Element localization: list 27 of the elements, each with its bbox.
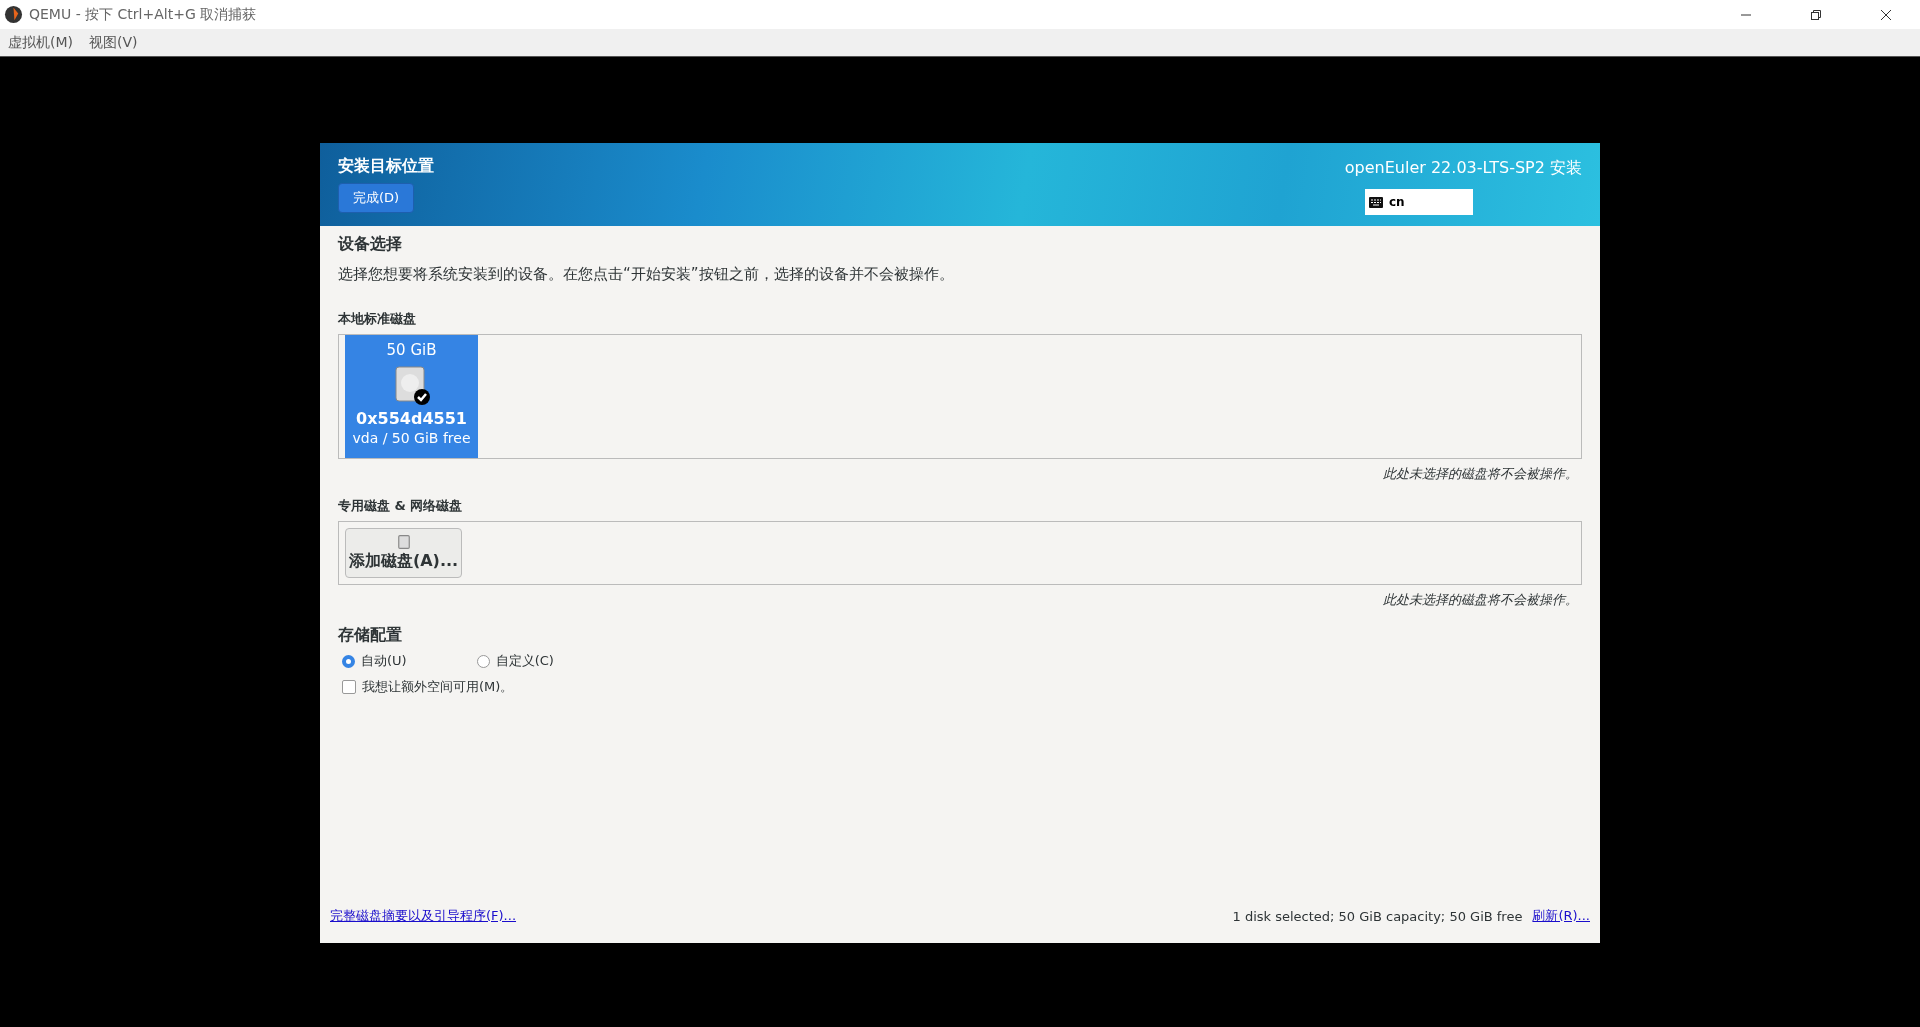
restore-icon[interactable]	[1810, 8, 1822, 21]
refresh-link[interactable]: 刷新(R)...	[1532, 907, 1590, 925]
page-title: 安装目标位置	[338, 156, 434, 177]
disk-tile[interactable]: 50 GiB 0x554d4551 vda / 50 GiB free	[345, 335, 478, 458]
menu-item[interactable]: 虚拟机(M)	[8, 33, 73, 52]
note-text: 此处未选择的磁盘将不会被操作。	[1383, 465, 1578, 483]
description-text: 选择您想要将系统安装到的设备。在您点击“开始安装”按钮之前，选择的设备并不会被操作。	[338, 265, 954, 284]
radio-option[interactable]: 自动(U)	[342, 652, 407, 670]
menu-item[interactable]: 视图(V)	[89, 33, 138, 52]
section-title: 设备选择	[338, 234, 402, 255]
keyboard-layout-indicator[interactable]: cn	[1365, 189, 1473, 215]
product-title: openEuler 22.03-LTS-SP2 安装	[1344, 158, 1582, 179]
keyboard-icon	[1369, 196, 1383, 208]
done-button[interactable]: 完成(D)	[338, 183, 414, 213]
note-text: 此处未选择的磁盘将不会被操作。	[1383, 591, 1578, 609]
window-title: QEMU - 按下 Ctrl+Alt+G 取消捕获	[29, 5, 257, 24]
hard-disk-icon	[393, 365, 430, 405]
checkbox-option[interactable]: 我想让额外空间可用(M)。	[338, 678, 514, 696]
section-subtitle: 专用磁盘 & 网络磁盘	[338, 497, 463, 515]
disk-summary-link[interactable]: 完整磁盘摘要以及引导程序(F)...	[330, 907, 517, 925]
close-icon[interactable]	[1880, 8, 1892, 21]
app-logo-icon	[4, 5, 23, 24]
section-subtitle: 本地标准磁盘	[338, 310, 416, 328]
section-title: 存储配置	[338, 625, 402, 646]
radio-option[interactable]: 自定义(C)	[476, 652, 554, 670]
status-text: 1 disk selected; 50 GiB capacity; 50 GiB free	[1232, 908, 1523, 924]
add-disk-button[interactable]: 添加磁盘(A)...	[345, 528, 462, 578]
